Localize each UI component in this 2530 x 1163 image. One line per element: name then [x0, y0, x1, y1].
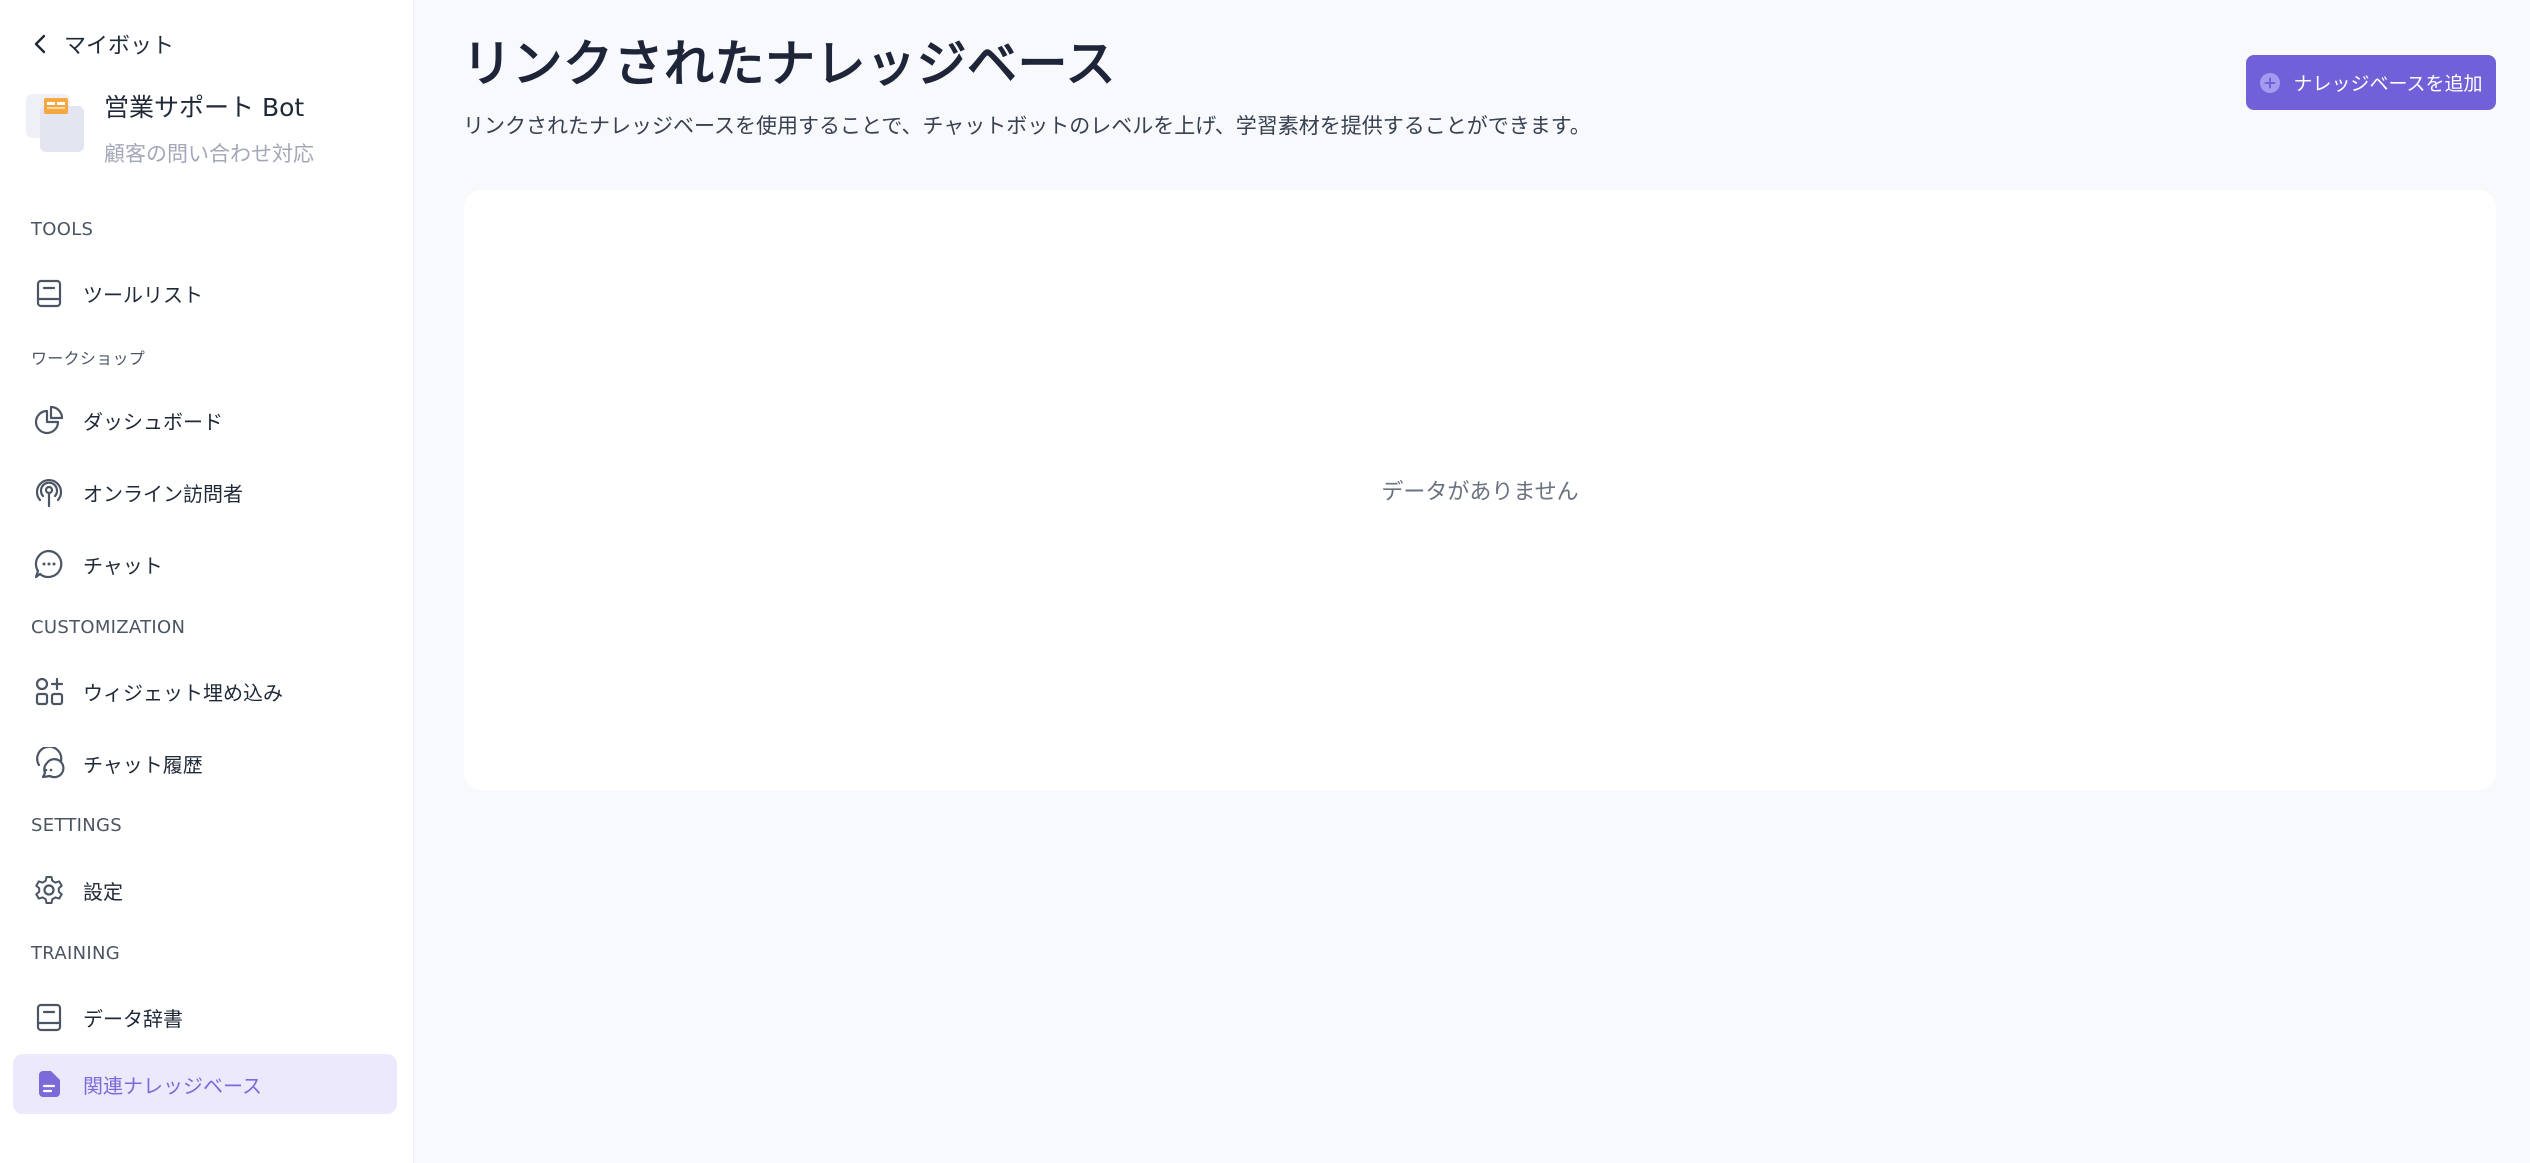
chevron-left-icon: [34, 34, 46, 54]
sidebar-item-related-knowledge-base[interactable]: 関連ナレッジベース: [13, 1054, 397, 1114]
add-button-label: ナレッジベースを追加: [2293, 73, 2483, 95]
sidebar-item-chat-history[interactable]: チャット履歴: [13, 733, 397, 793]
sidebar-item-label: ダッシュボード: [83, 409, 223, 434]
plus-circle-icon: [2260, 72, 2281, 93]
bot-avatar: [26, 86, 84, 152]
sidebar-item-label: 設定: [83, 879, 123, 904]
section-label-training: TRAINING: [31, 943, 120, 964]
bot-name: 営業サポート Bot: [104, 93, 305, 122]
section-label-workshop: ワークショップ: [31, 349, 146, 368]
sidebar-item-label: オンライン訪問者: [83, 481, 243, 506]
pie-chart-icon: [34, 405, 64, 435]
knowledge-base-list: データがありません: [464, 190, 2496, 790]
bot-card: 営業サポート Bot 顧客の問い合わせ対応: [26, 86, 314, 168]
page-subtitle: リンクされたナレッジベースを使用することで、チャットボットのレベルを上げ、学習素…: [463, 114, 1591, 138]
sidebar-item-dashboard[interactable]: ダッシュボード: [13, 390, 397, 450]
chat-bubble-icon: [34, 549, 63, 579]
gear-icon: [35, 876, 63, 904]
empty-state-text: データがありません: [1381, 480, 1579, 505]
sidebar-item-tool-list[interactable]: ツールリスト: [13, 263, 397, 323]
section-label-customization: CUSTOMIZATION: [31, 617, 186, 638]
book-icon: [36, 1003, 62, 1032]
bot-description: 顧客の問い合わせ対応: [104, 142, 314, 166]
page-title: リンクされたナレッジベース: [462, 35, 1116, 93]
sidebar: マイボット 営業サポート Bot 顧客の問い合わせ対応 TOOLS ツールリスト: [0, 0, 414, 1163]
add-knowledge-base-button[interactable]: ナレッジベースを追加: [2246, 55, 2496, 110]
sidebar-item-label: ツールリスト: [83, 282, 203, 307]
sidebar-item-label: チャット履歴: [83, 752, 203, 777]
sidebar-item-label: チャット: [83, 553, 163, 578]
widgets-icon: [35, 677, 64, 706]
sidebar-item-chat[interactable]: チャット: [13, 534, 397, 594]
back-to-my-bots-link[interactable]: マイボット: [30, 28, 174, 60]
book-icon: [36, 279, 62, 308]
section-label-tools: TOOLS: [31, 219, 94, 240]
document-icon: [39, 1071, 60, 1097]
section-label-settings: SETTINGS: [31, 815, 123, 836]
sidebar-item-label: ウィジェット埋め込み: [83, 680, 283, 705]
sidebar-item-online-visitors[interactable]: オンライン訪問者: [13, 462, 397, 522]
broadcast-icon: [35, 478, 63, 508]
back-label: マイボット: [64, 34, 175, 59]
chat-history-icon: [36, 747, 65, 779]
sidebar-item-widget-embed[interactable]: ウィジェット埋め込み: [13, 661, 397, 721]
sidebar-item-data-dictionary[interactable]: データ辞書: [13, 987, 397, 1047]
sidebar-item-label: 関連ナレッジベース: [83, 1073, 262, 1098]
sidebar-item-settings[interactable]: 設定: [13, 860, 397, 920]
sidebar-item-label: データ辞書: [83, 1006, 183, 1031]
